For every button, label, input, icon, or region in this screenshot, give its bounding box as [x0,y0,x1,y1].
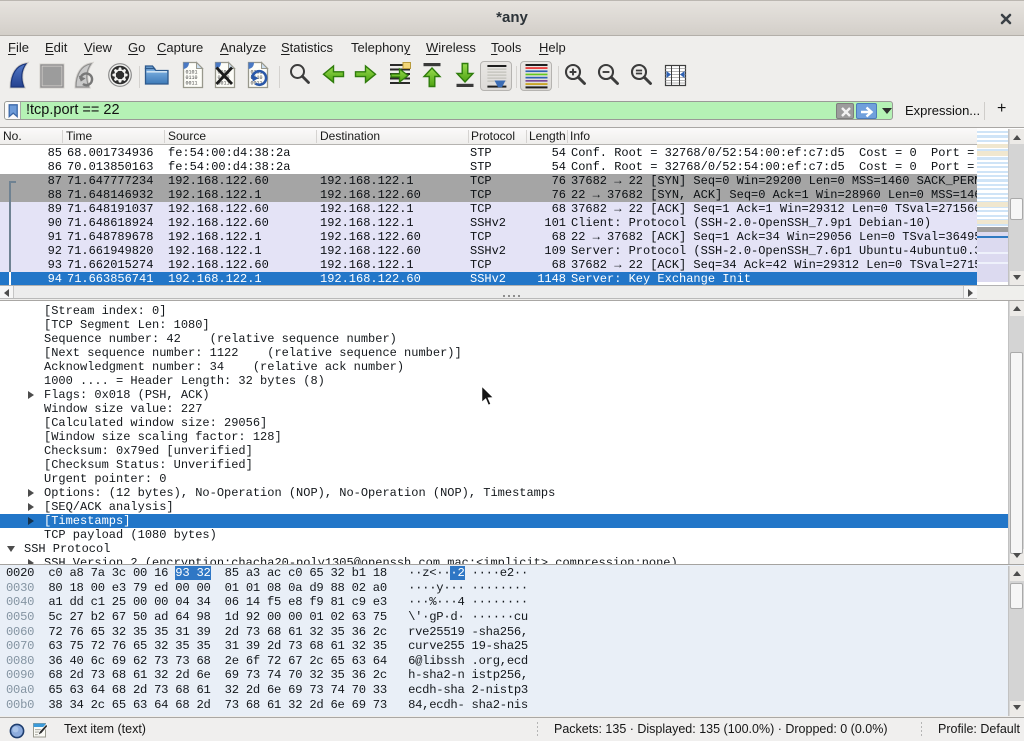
svg-text:0011: 0011 [186,81,198,87]
